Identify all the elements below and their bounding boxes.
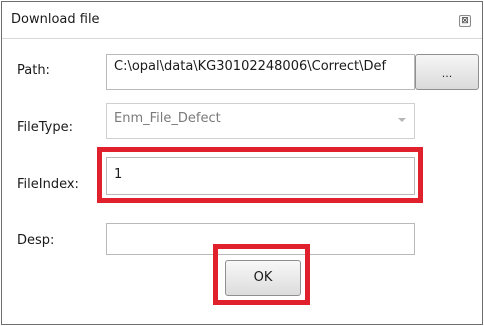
- filetype-select-value: Enm_File_Defect: [114, 111, 221, 126]
- desp-label: Desp:: [17, 233, 55, 248]
- ok-highlight-box: [213, 244, 310, 305]
- path-input[interactable]: C:\opal\data\KG30102248006\Correct\Def: [106, 54, 415, 90]
- fileindex-label: FileIndex:: [17, 177, 79, 192]
- chevron-down-icon: [398, 118, 406, 122]
- dialog-title: Download file: [11, 12, 100, 27]
- filetype-label: FileType:: [17, 120, 73, 135]
- title-bar: Download file ⊠: [2, 2, 482, 39]
- close-icon[interactable]: ⊠: [459, 15, 471, 27]
- fileindex-highlight-box: [97, 147, 423, 203]
- filetype-select[interactable]: Enm_File_Defect: [106, 103, 415, 139]
- browse-button[interactable]: ...: [415, 54, 479, 90]
- path-label: Path:: [17, 63, 50, 78]
